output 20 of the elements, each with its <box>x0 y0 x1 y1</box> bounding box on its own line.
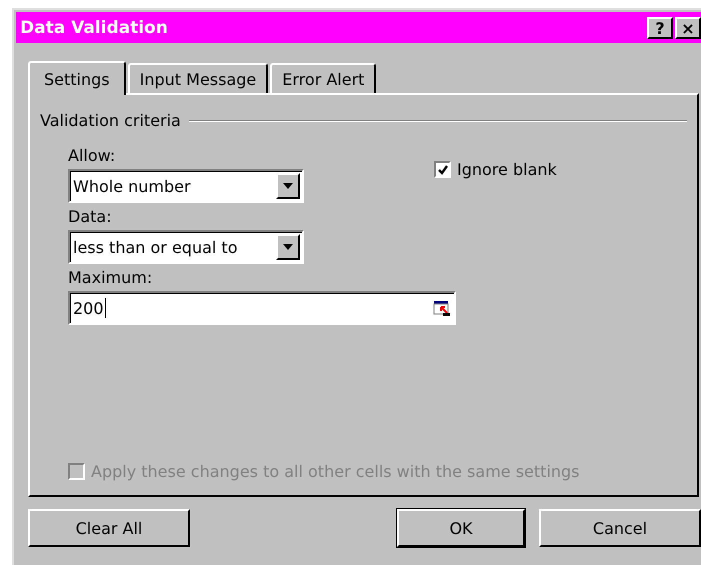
allow-dropdown[interactable]: Whole number <box>68 169 304 203</box>
data-dropdown[interactable]: less than or equal to <box>68 230 304 264</box>
checkbox-label: Apply these changes to all other cells with the same settings <box>91 462 580 481</box>
tab[interactable]: Settings <box>28 61 126 95</box>
maximum-field[interactable]: 200 <box>68 291 456 325</box>
allow-label: Allow: <box>68 146 116 165</box>
help-button[interactable]: ? <box>647 16 673 38</box>
data-label: Data: <box>68 207 113 226</box>
range-select-icon[interactable] <box>432 299 452 317</box>
tab[interactable]: Error Alert <box>270 63 376 93</box>
tab[interactable]: Input Message <box>128 63 268 93</box>
ignore-blank-checkbox[interactable] <box>434 161 451 178</box>
ok-button[interactable]: OK <box>397 509 525 547</box>
close-button[interactable]: × <box>675 16 701 38</box>
clear-all-button[interactable]: Clear All <box>28 509 190 547</box>
maximum-label: Maximum: <box>68 268 154 287</box>
group-title: Validation criteria <box>40 111 181 130</box>
checkbox-label: Ignore blank <box>457 160 557 179</box>
cancel-button[interactable]: Cancel <box>539 509 701 547</box>
window-title: Data Validation <box>20 18 168 38</box>
